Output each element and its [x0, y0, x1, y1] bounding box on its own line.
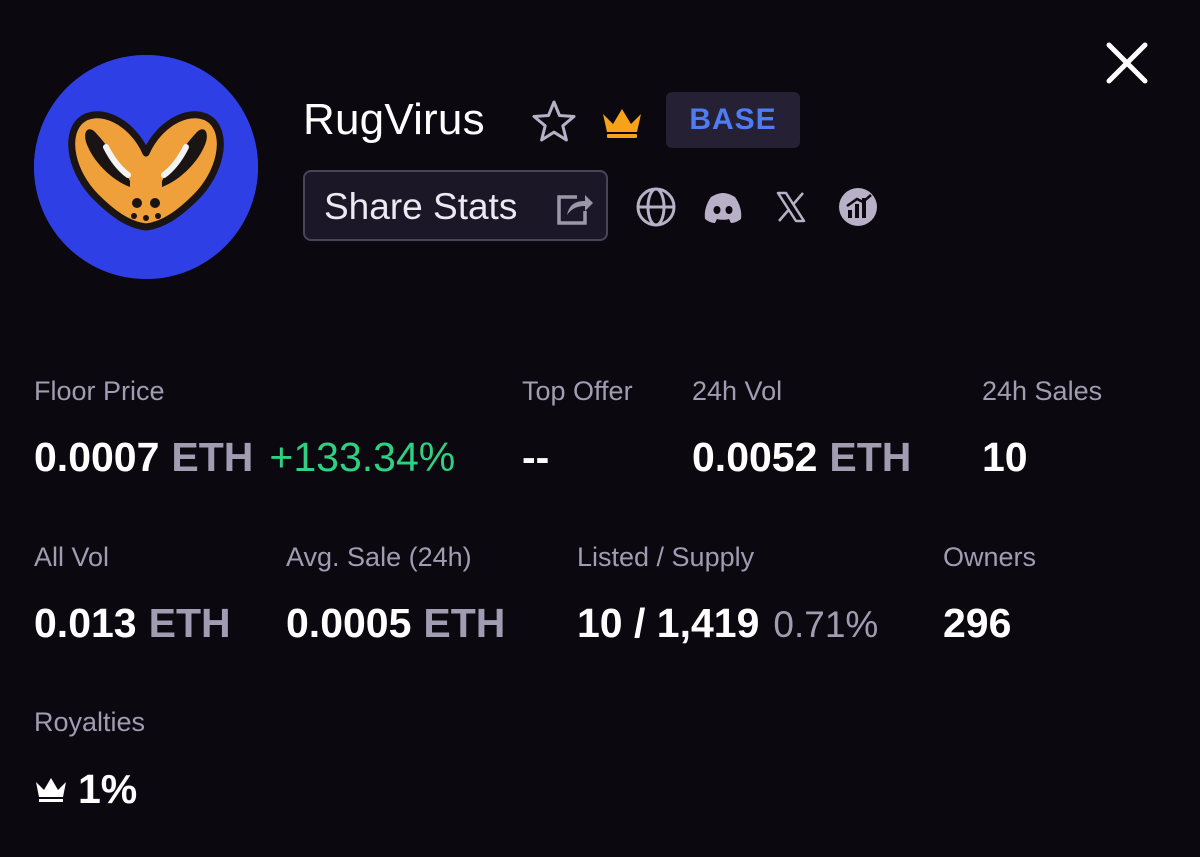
floor-price-value: 0.0007 ETH +133.34%: [34, 433, 455, 481]
floor-price-unit: ETH: [171, 434, 254, 480]
vol-24h-value: 0.0052 ETH: [692, 433, 911, 481]
collection-name: RugVirus: [303, 95, 485, 144]
discord-icon[interactable]: [702, 186, 744, 228]
all-vol-amount: 0.013: [34, 600, 137, 646]
avg-sale-amount: 0.0005: [286, 600, 412, 646]
owners-label: Owners: [943, 542, 1037, 572]
chain-badge: BASE: [666, 92, 800, 148]
sales-24h-label: 24h Sales: [982, 376, 1103, 406]
avg-sale-label: Avg. Sale (24h): [286, 542, 472, 572]
chart-icon[interactable]: [837, 186, 879, 228]
avg-sale-value: 0.0005 ETH: [286, 599, 505, 647]
listed-supply-value: 10 / 1,419 0.71%: [577, 599, 878, 649]
x-icon[interactable]: [770, 186, 812, 228]
floor-price-change: +133.34%: [269, 434, 456, 480]
share-stats-button[interactable]: Share Stats: [303, 170, 608, 241]
collection-avatar: [34, 55, 258, 279]
all-vol-label: All Vol: [34, 542, 110, 572]
top-offer-value: --: [522, 434, 550, 480]
royalties-value: 1%: [78, 766, 138, 812]
royalties-label: Royalties: [34, 707, 146, 737]
vol-24h-unit: ETH: [829, 434, 912, 480]
share-stats-label: Share Stats: [324, 186, 518, 227]
top-offer-label: Top Offer: [522, 376, 633, 406]
vol-24h-amount: 0.0052: [692, 434, 818, 480]
listed-supply-label: Listed / Supply: [577, 542, 755, 572]
crown-icon: [599, 104, 645, 140]
sales-24h-value: 10: [982, 434, 1028, 480]
listed-supply-amount: 10 / 1,419: [577, 600, 760, 646]
floor-price-amount: 0.0007: [34, 434, 160, 480]
star-icon[interactable]: [530, 98, 578, 144]
close-icon[interactable]: [1100, 36, 1154, 90]
all-vol-unit: ETH: [148, 600, 231, 646]
floor-price-label: Floor Price: [34, 376, 165, 406]
crown-icon: [34, 775, 68, 803]
globe-icon[interactable]: [635, 186, 677, 228]
vol-24h-label: 24h Vol: [692, 376, 783, 406]
owners-value: 296: [943, 600, 1012, 646]
avg-sale-unit: ETH: [423, 600, 506, 646]
share-icon: [553, 189, 595, 227]
all-vol-value: 0.013 ETH: [34, 599, 231, 647]
listed-percent: 0.71%: [773, 604, 879, 645]
